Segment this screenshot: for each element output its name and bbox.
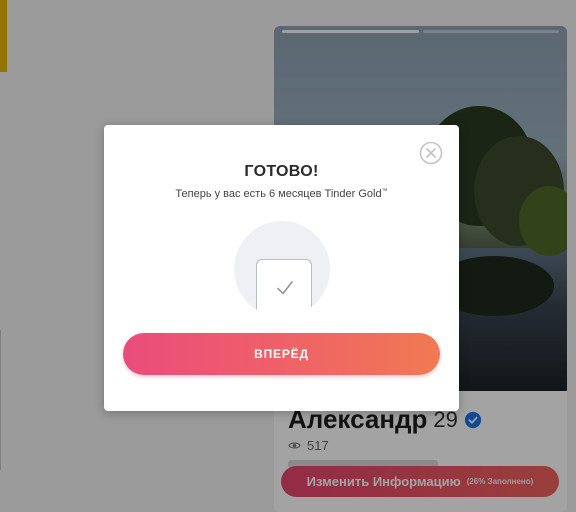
modal-subtitle-text: Теперь у вас есть 6 месяцев Tinder Gold [175, 188, 382, 200]
modal-title: ГОТОВО! [244, 163, 319, 180]
forward-button[interactable]: ВПЕРЁД [123, 333, 440, 375]
success-illustration [234, 221, 330, 317]
check-card [256, 259, 312, 317]
trademark-mark: ™ [381, 188, 388, 195]
modal-subtitle: Теперь у вас есть 6 месяцев Tinder Gold™ [104, 188, 459, 200]
success-modal: ГОТОВО! Теперь у вас есть 6 месяцев Tind… [104, 125, 459, 411]
checkmark-icon [277, 281, 293, 295]
close-icon[interactable] [419, 141, 443, 165]
